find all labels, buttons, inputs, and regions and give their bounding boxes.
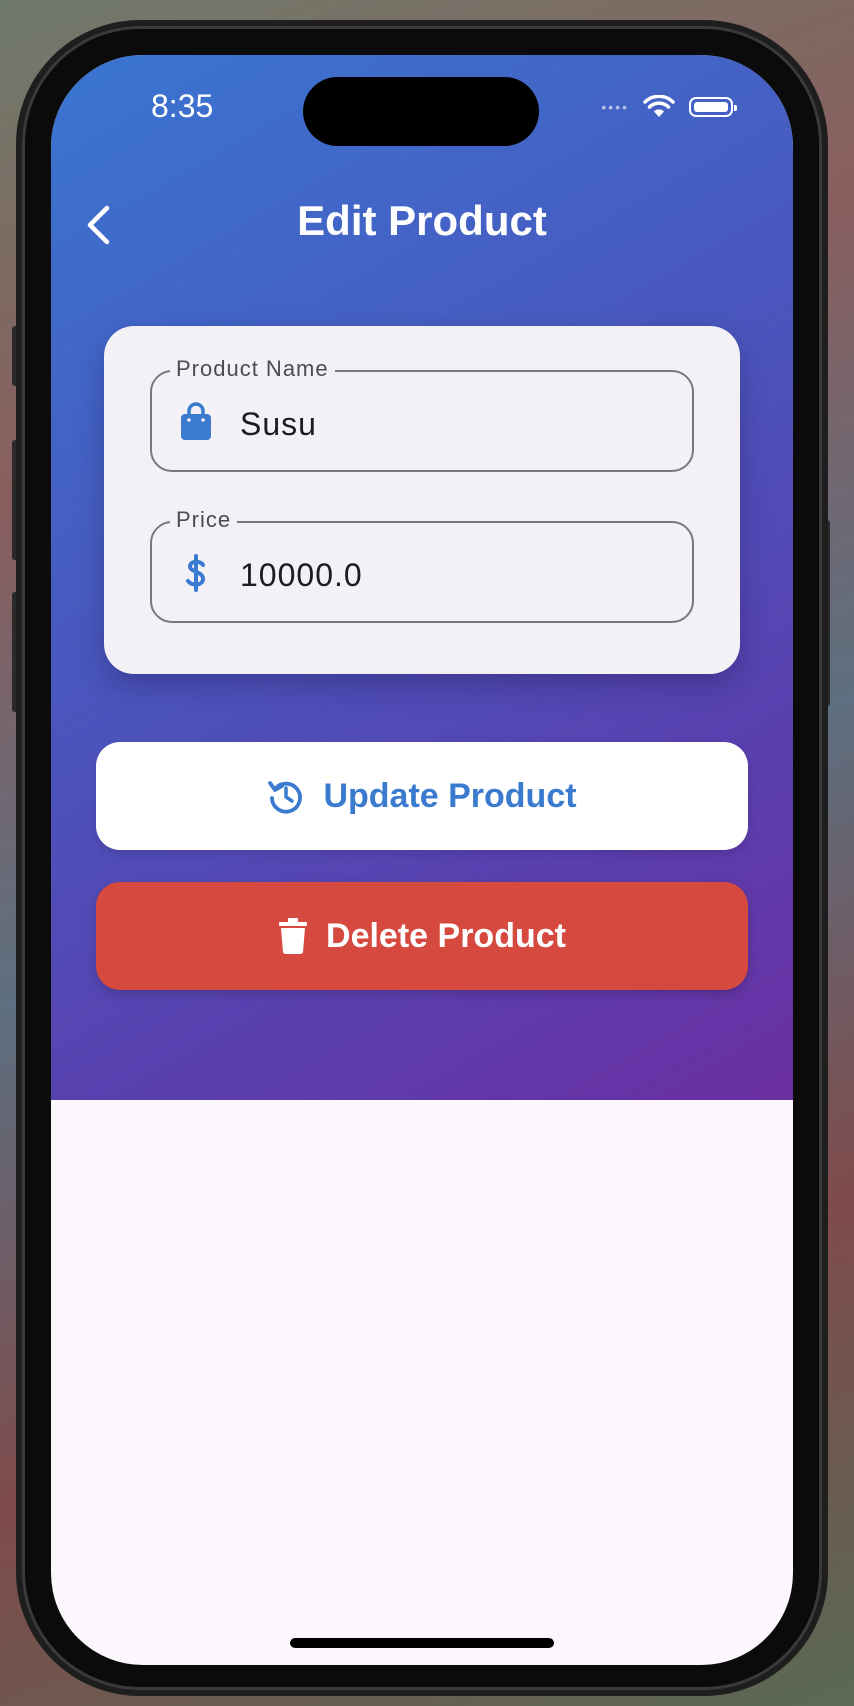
signal-icon: ••••	[601, 99, 629, 115]
wifi-icon	[643, 95, 675, 117]
price-input[interactable]	[240, 555, 670, 595]
product-name-input[interactable]	[240, 404, 670, 444]
volume-up-button	[12, 440, 20, 560]
page-title: Edit Product	[297, 197, 547, 244]
product-name-field[interactable]: Product Name	[150, 356, 694, 472]
update-product-label: Update Product	[323, 776, 577, 815]
dynamic-island	[303, 77, 539, 146]
power-button	[822, 520, 830, 706]
app-screen: 8:35 •••• Edit Product Product Name Susu…	[51, 55, 793, 1665]
status-time: 8:35	[151, 88, 214, 124]
gradient-header-area: 8:35 •••• Edit Product Product Name Susu…	[51, 55, 793, 1100]
product-name-label: Product Name	[170, 356, 335, 382]
status-icons: ••••	[601, 95, 737, 119]
action-button	[12, 326, 20, 386]
home-indicator[interactable]	[290, 1638, 554, 1648]
battery-icon	[689, 97, 737, 117]
product-form-card: Product Name Price	[104, 326, 740, 674]
update-product-button[interactable]: Update Product	[96, 742, 748, 850]
volume-down-button	[12, 592, 20, 712]
price-field[interactable]: Price	[150, 507, 694, 623]
delete-product-button[interactable]: Delete Product	[96, 882, 748, 990]
dollar-icon	[186, 554, 206, 592]
trash-icon	[279, 918, 308, 955]
delete-product-label: Delete Product	[326, 916, 566, 955]
price-label: Price	[170, 507, 238, 533]
refresh-clock-icon	[268, 781, 303, 814]
shopping-bag-icon	[181, 402, 211, 440]
